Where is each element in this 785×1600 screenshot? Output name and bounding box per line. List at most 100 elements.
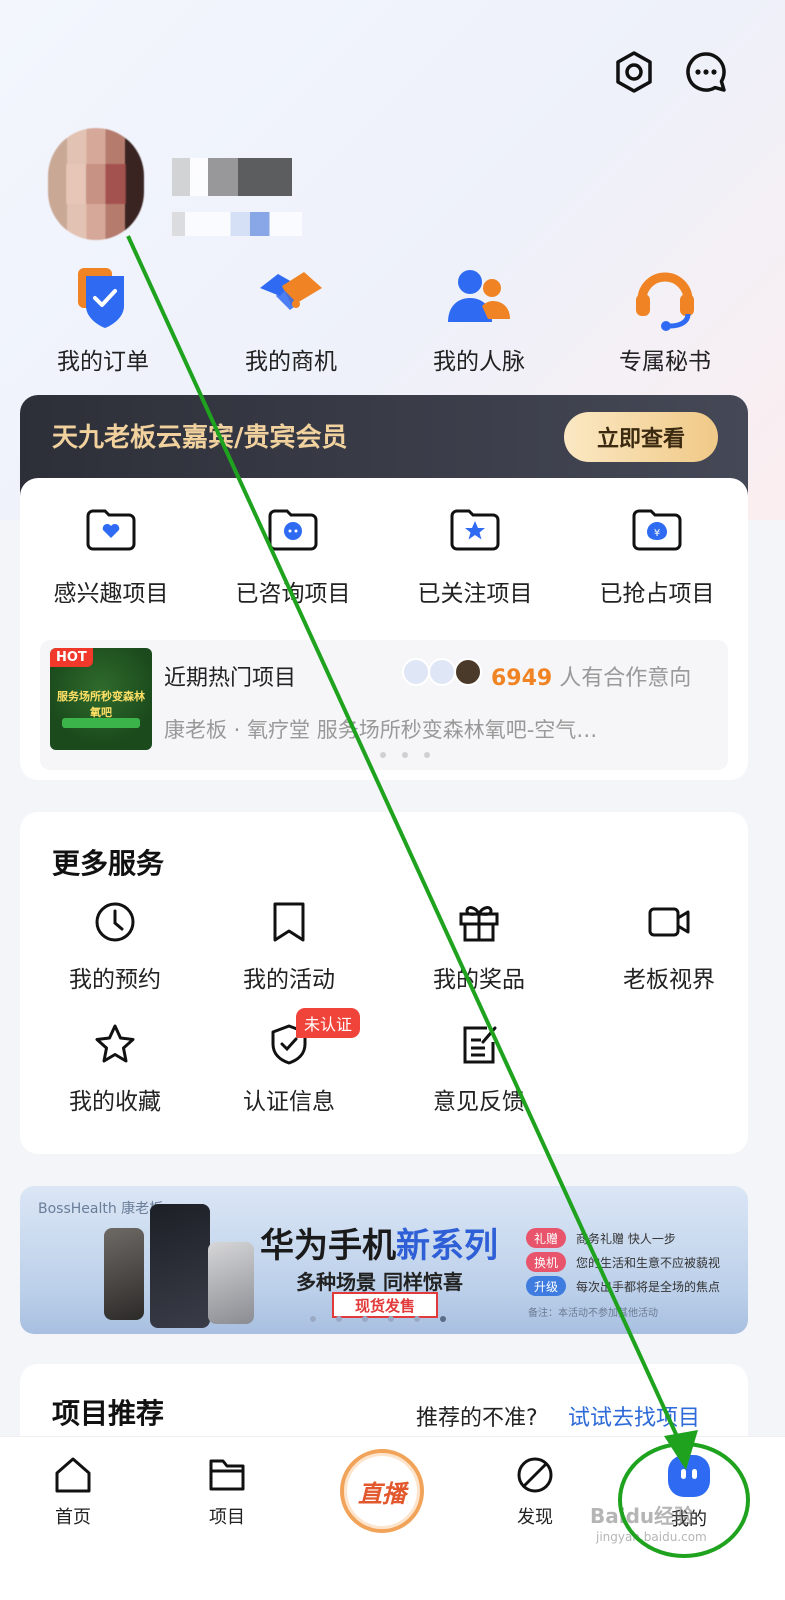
banner-pill-text: 您的生活和生意不应被藐视 <box>576 1256 721 1270</box>
live-label: 直播 <box>358 1479 406 1508</box>
nav-live-button[interactable]: 直播 <box>340 1449 424 1533</box>
video-camera-icon <box>647 900 691 944</box>
banner-pill: 礼赠 <box>526 1228 567 1248</box>
find-projects-link[interactable]: 试试去找项目 <box>568 1400 700 1432</box>
unverified-badge: 未认证 <box>296 1008 361 1038</box>
service-feedback[interactable]: 意见反馈 <box>384 1022 574 1116</box>
nav-discover[interactable]: 发现 <box>490 1455 580 1529</box>
bookmark-icon <box>267 900 311 944</box>
nav-label: 项目 <box>209 1507 245 1528</box>
folder-star-icon <box>448 504 502 552</box>
banner-logo: BossHealth 康老板 <box>38 1201 164 1217</box>
service-label: 老板视界 <box>623 967 715 993</box>
hot-projects-panel[interactable]: HOT 服务场所秒变森林氧吧 近期热门项目 6949 人有合作意向 康老板 · … <box>40 640 728 770</box>
user-id-blurred <box>172 212 302 236</box>
promo-banner[interactable]: BossHealth 康老板 华为手机新系列 多种场景 同样惊喜 现货发售 礼赠… <box>20 1186 748 1334</box>
nav-label: 首页 <box>55 1507 91 1528</box>
banner-pill-text: 商务礼赠 快人一步 <box>576 1232 676 1246</box>
claimed-projects[interactable]: ¥ 已抢占项目 <box>566 504 748 608</box>
headline-highlight: 新系列 <box>396 1226 498 1266</box>
service-my-reservations[interactable]: 我的预约 <box>20 900 210 994</box>
recommend-title: 项目推荐 <box>52 1397 165 1430</box>
banner-cta[interactable]: 现货发售 <box>332 1292 438 1318</box>
gift-icon <box>457 900 501 944</box>
quick-entry-contacts[interactable]: 我的人脉 <box>384 262 574 376</box>
compass-icon <box>515 1455 555 1495</box>
banner-pill: 升级 <box>526 1276 567 1296</box>
headset-icon <box>630 262 700 332</box>
vip-title: 天九老板云嘉宾/贵宾会员 <box>52 423 348 453</box>
hot-projects-title: 近期热门项目 <box>164 666 297 691</box>
project-status-label: 感兴趣项目 <box>53 581 169 607</box>
view-now-button[interactable]: 立即查看 <box>564 412 718 462</box>
project-status-label: 已咨询项目 <box>235 581 351 607</box>
hot-project-description: 康老板 · 氧疗堂 服务场所秒变森林氧吧-空气… <box>164 718 598 742</box>
service-label: 我的预约 <box>69 967 161 993</box>
project-status-card: 感兴趣项目 已咨询项目 已关注项目 ¥ 已抢占项目 HOT 服务场所秒变森林氧吧… <box>20 478 748 780</box>
nav-projects[interactable]: 项目 <box>182 1455 272 1529</box>
participant-avatar <box>428 658 456 686</box>
quick-entry-label: 专属秘书 <box>619 349 711 375</box>
svg-text:¥: ¥ <box>654 528 660 539</box>
banner-pill: 换机 <box>526 1252 567 1272</box>
thumbnail-text: 服务场所秒变森林氧吧 <box>57 690 145 719</box>
nav-home[interactable]: 首页 <box>28 1455 118 1529</box>
folder-icon <box>207 1455 247 1495</box>
service-label: 我的收藏 <box>69 1089 161 1115</box>
mine-icon <box>668 1455 710 1497</box>
folder-heart-icon <box>84 504 138 552</box>
folder-money-icon: ¥ <box>630 504 684 552</box>
service-boss-vision[interactable]: 老板视界 <box>574 900 764 994</box>
contacts-icon <box>444 262 514 332</box>
interested-projects[interactable]: 感兴趣项目 <box>20 504 202 608</box>
consulted-projects[interactable]: 已咨询项目 <box>202 504 384 608</box>
handshake-icon <box>256 262 326 332</box>
phone-image <box>208 1242 254 1324</box>
project-status-label: 已关注项目 <box>417 581 533 607</box>
phone-image <box>104 1228 144 1320</box>
banner-note: 备注：本活动不参加其他活动 <box>528 1308 658 1319</box>
nav-label: 发现 <box>517 1507 553 1528</box>
participant-avatar <box>402 658 430 686</box>
project-status-label: 已抢占项目 <box>599 581 715 607</box>
watermark-url: jingyan.baidu.com <box>596 1530 707 1544</box>
settings-gear-icon[interactable] <box>610 48 658 96</box>
service-label: 意见反馈 <box>433 1089 525 1115</box>
hot-project-thumbnail[interactable]: HOT 服务场所秒变森林氧吧 <box>50 648 152 750</box>
quick-entry-label: 我的人脉 <box>433 349 525 375</box>
service-my-prizes[interactable]: 我的奖品 <box>384 900 574 994</box>
followed-projects[interactable]: 已关注项目 <box>384 504 566 608</box>
more-services-card: 更多服务 我的预约 我的活动 我的奖品 老板视界 我的收藏 认证信息 意见反馈 … <box>20 812 748 1154</box>
star-icon <box>93 1022 137 1066</box>
service-my-favorites[interactable]: 我的收藏 <box>20 1022 210 1116</box>
banner-subline: 多种场景 同样惊喜 <box>296 1270 463 1294</box>
feedback-edit-icon <box>457 1022 501 1066</box>
watermark-brand: Baidu经验 <box>590 1504 695 1528</box>
service-my-activities[interactable]: 我的活动 <box>194 900 384 994</box>
quick-entry-business[interactable]: 我的商机 <box>196 262 386 376</box>
intent-count-suffix: 人有合作意向 <box>559 666 692 691</box>
headline-part: 华为手机 <box>260 1226 396 1266</box>
recommend-question: 推荐的不准? <box>416 1406 538 1431</box>
intent-count-number: 6949 <box>491 666 553 691</box>
more-services-title: 更多服务 <box>52 847 165 880</box>
service-label: 我的活动 <box>243 967 335 993</box>
phone-image <box>150 1204 210 1328</box>
hot-tag: HOT <box>50 648 93 667</box>
cooperation-intent-count: 6949 人有合作意向 <box>491 660 691 692</box>
quick-entry-label: 我的订单 <box>57 349 149 375</box>
quick-entry-secretary[interactable]: 专属秘书 <box>570 262 760 376</box>
user-name-blurred <box>172 158 292 196</box>
carousel-dots <box>380 752 430 758</box>
service-label: 我的奖品 <box>433 967 525 993</box>
banner-carousel-dots <box>310 1316 446 1322</box>
user-avatar[interactable] <box>48 128 144 240</box>
message-bubble-icon[interactable] <box>682 48 730 96</box>
order-shield-icon <box>68 262 138 332</box>
quick-entry-label: 我的商机 <box>245 349 337 375</box>
folder-chat-icon <box>266 504 320 552</box>
thumbnail-strip <box>62 718 140 728</box>
home-icon <box>53 1455 93 1495</box>
quick-entry-orders[interactable]: 我的订单 <box>8 262 198 376</box>
clock-icon <box>93 900 137 944</box>
